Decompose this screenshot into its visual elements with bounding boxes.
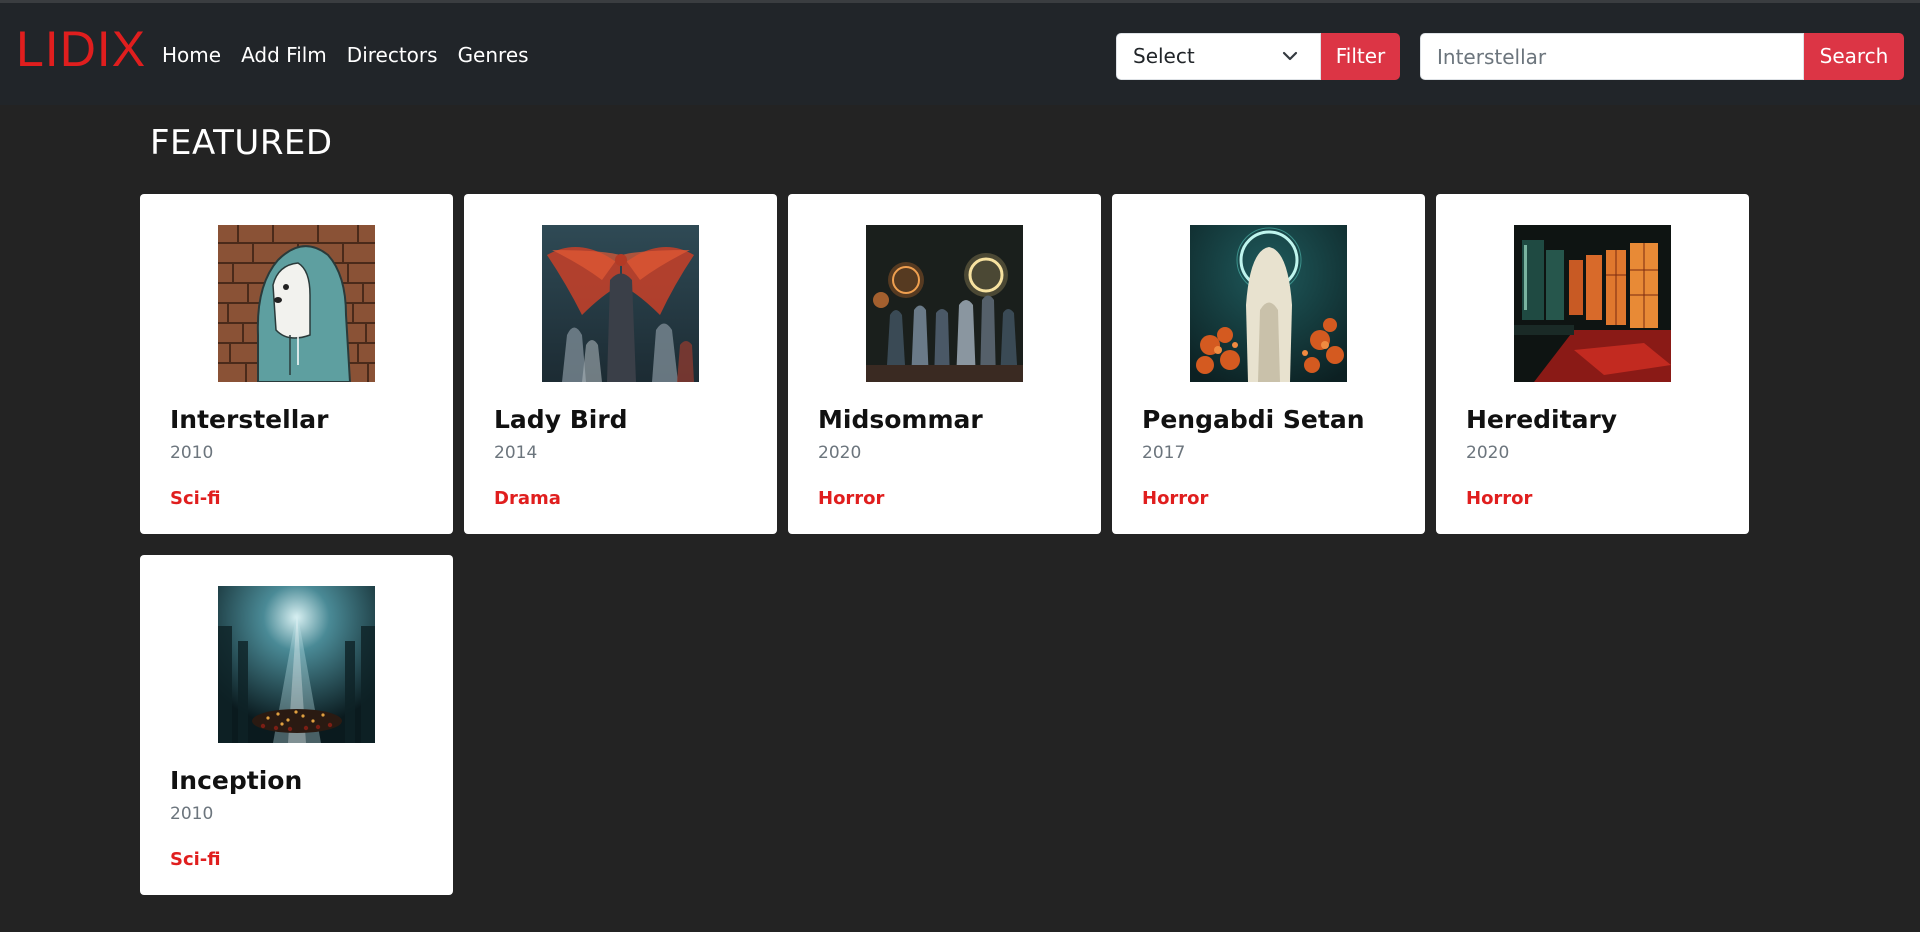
film-poster [218,225,375,382]
film-title: Pengabdi Setan [1142,405,1365,434]
nav-links: Home Add Film Directors Genres [162,41,549,69]
nav-link-home[interactable]: Home [162,41,221,69]
chevron-down-icon [1282,51,1298,61]
film-poster [1190,225,1347,382]
film-card[interactable]: Midsommar 2020 Horror [788,194,1101,534]
film-card[interactable]: Pengabdi Setan 2017 Horror [1112,194,1425,534]
genre-select-value: Select [1133,44,1195,68]
film-year: 2010 [170,804,214,824]
film-poster [1514,225,1671,382]
film-genre: Horror [818,488,885,509]
film-year: 2020 [1466,443,1510,463]
search-button[interactable]: Search [1804,33,1904,80]
film-year: 2020 [818,443,862,463]
film-title: Midsommar [818,405,983,434]
film-genre: Sci-fi [170,849,221,870]
film-card[interactable]: Lady Bird 2014 Drama [464,194,777,534]
film-genre: Horror [1466,488,1533,509]
film-grid: Interstellar 2010 Sci-fi Lady Bird 2014 … [140,194,1760,895]
film-poster [218,586,375,743]
film-year: 2017 [1142,443,1186,463]
film-title: Inception [170,766,303,795]
navbar: LIDIX Home Add Film Directors Genres Sel… [0,3,1920,105]
film-title: Hereditary [1466,405,1618,434]
nav-link-genres[interactable]: Genres [458,41,529,69]
film-genre: Sci-fi [170,488,221,509]
brand-logo[interactable]: LIDIX [16,21,146,77]
nav-link-directors[interactable]: Directors [347,41,438,69]
film-card[interactable]: Hereditary 2020 Horror [1436,194,1749,534]
film-title: Lady Bird [494,405,628,434]
section-title: FEATURED [150,123,333,163]
film-year: 2014 [494,443,538,463]
genre-select[interactable]: Select [1116,33,1321,80]
nav-link-add-film[interactable]: Add Film [241,41,327,69]
film-card[interactable]: Interstellar 2010 Sci-fi [140,194,453,534]
film-poster [866,225,1023,382]
film-genre: Horror [1142,488,1209,509]
search-form: Search [1420,33,1904,80]
film-genre: Drama [494,488,561,509]
film-card[interactable]: Inception 2010 Sci-fi [140,555,453,895]
film-year: 2010 [170,443,214,463]
search-input[interactable] [1420,33,1804,80]
filter-button[interactable]: Filter [1321,33,1400,80]
film-title: Interstellar [170,405,329,434]
film-poster [542,225,699,382]
genre-filter-form: Select Filter [1116,33,1400,80]
